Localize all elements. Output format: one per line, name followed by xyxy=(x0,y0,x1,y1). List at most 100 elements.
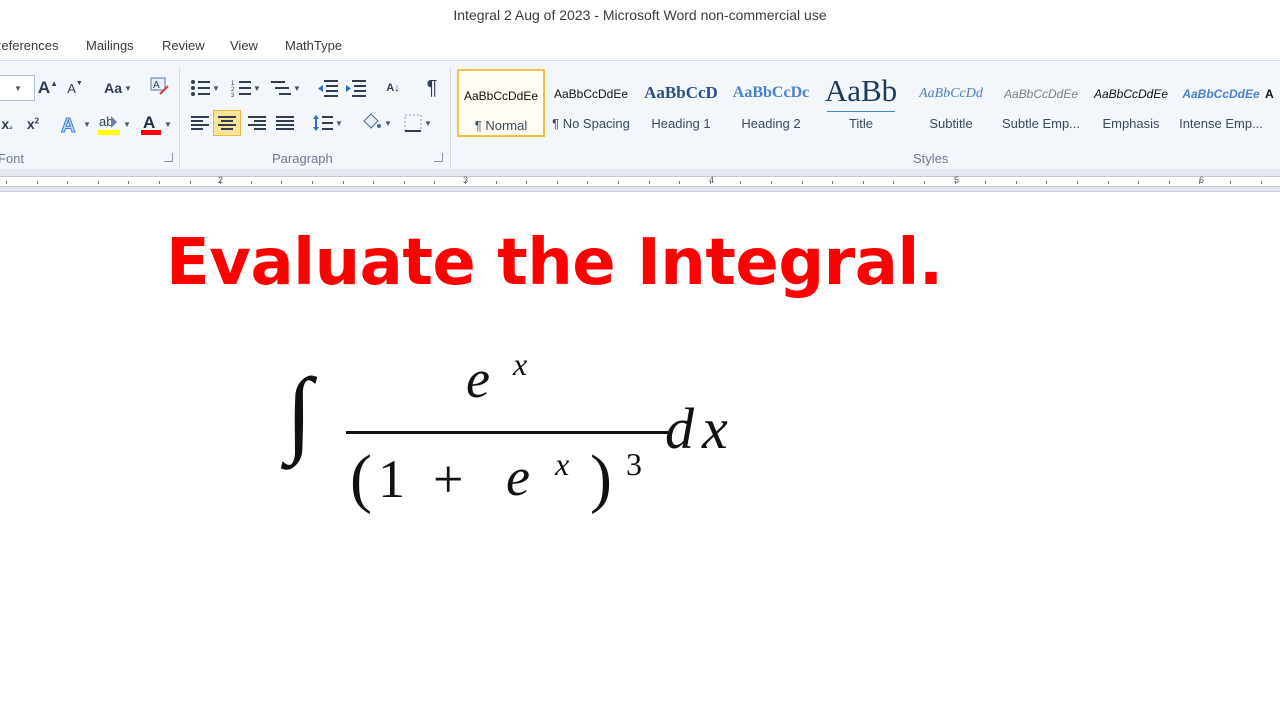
multilevel-list-button[interactable]: ▼ xyxy=(268,75,304,101)
borders-icon xyxy=(404,114,422,132)
style-sample: AaBbCcD xyxy=(644,83,718,102)
style-heading-1[interactable]: AaBbCcD Heading 1 xyxy=(637,69,725,137)
title-underline xyxy=(827,111,895,112)
grow-font-button[interactable]: A ▲ xyxy=(37,75,59,101)
ruler-tick xyxy=(434,181,435,184)
sort-button[interactable]: A↓ xyxy=(380,75,406,101)
increase-indent-button[interactable] xyxy=(344,75,368,101)
style-normal[interactable]: AaBbCcDdEe ¶ Normal xyxy=(457,69,545,137)
ruler-tick xyxy=(1108,181,1109,184)
ruler-tick xyxy=(740,181,741,184)
ruler-tick xyxy=(67,181,68,184)
multilevel-list-icon xyxy=(271,81,292,95)
style-subtitle[interactable]: AaBbCcDd Subtitle xyxy=(907,69,995,137)
shrink-font-button[interactable]: A ▼ xyxy=(64,75,86,101)
ruler-tick xyxy=(771,181,772,184)
highlighter-icon: ab xyxy=(98,114,121,135)
plus-sign: + xyxy=(433,449,464,509)
ruler-tick xyxy=(679,181,680,184)
ruler-tick xyxy=(465,181,466,184)
style-emphasis[interactable]: AaBbCcDdEe Emphasis xyxy=(1087,69,1175,137)
ruler-tick xyxy=(251,181,252,184)
chevron-down-icon: ▼ xyxy=(14,83,22,93)
tab-mailings[interactable]: Mailings xyxy=(86,38,134,53)
text-effects-button[interactable]: A ▼ xyxy=(58,111,92,137)
ruler-tick xyxy=(802,181,803,184)
superscript-icon: x2 xyxy=(26,116,40,132)
bullet-list-icon xyxy=(191,80,211,96)
group-label-font: Font xyxy=(0,151,25,166)
tab-review[interactable]: Review xyxy=(162,38,205,53)
style-no-spacing[interactable]: AaBbCcDdEe ¶ No Spacing xyxy=(547,69,635,137)
style-sample: AaBbCcDd xyxy=(919,86,983,101)
differential: dx xyxy=(665,396,736,461)
ribbon: ▼ A ▲ A ▼ Aa ▼ A x₂ x2 A ▼ ab ▼ A ▼ Font ▼ … xyxy=(0,60,1280,170)
ruler-tick xyxy=(404,181,405,184)
line-spacing-icon xyxy=(313,115,334,131)
horizontal-ruler[interactable]: 2 3 4 5 6 xyxy=(0,169,1280,192)
chevron-down-icon: ▼ xyxy=(253,83,261,93)
numerator-base: e xyxy=(466,349,490,409)
shading-button[interactable]: ▼ xyxy=(358,110,394,136)
left-paren: ( xyxy=(350,442,372,515)
style-subtle-emphasis[interactable]: AaBbCcDdEe Subtle Emp... xyxy=(997,69,1085,137)
fraction-bar xyxy=(346,431,668,434)
ruler-track xyxy=(0,176,1280,187)
line-spacing-button[interactable]: ▼ xyxy=(310,110,346,136)
shrink-font-icon: A xyxy=(67,80,76,96)
denominator-exponent: x xyxy=(555,446,570,482)
style-title[interactable]: AaBb Title xyxy=(817,69,905,137)
increase-indent-icon xyxy=(346,80,366,97)
align-left-button[interactable] xyxy=(187,110,213,136)
chevron-down-icon: ▼ xyxy=(123,83,132,93)
ruler-tick xyxy=(37,181,38,184)
ruler-tick xyxy=(557,181,558,184)
chevron-down-icon: ▼ xyxy=(384,118,392,128)
style-name: ¶ No Spacing xyxy=(552,116,630,131)
ruler-tick xyxy=(1169,181,1170,184)
justify-button[interactable] xyxy=(272,110,298,136)
style-heading-2[interactable]: AaBbCcDc Heading 2 xyxy=(727,69,815,137)
clear-formatting-icon: A xyxy=(150,77,169,95)
ruler-tick xyxy=(312,181,313,184)
font-size-box[interactable]: ▼ xyxy=(0,75,35,101)
style-intense-emphasis[interactable]: AaBbCcDdEe Intense Emp... xyxy=(1177,69,1265,137)
tab-view[interactable]: View xyxy=(230,38,258,53)
bullets-button[interactable]: ▼ xyxy=(188,75,222,101)
text-effects-icon: A xyxy=(61,115,76,136)
style-name: Subtitle xyxy=(929,116,973,131)
justify-icon xyxy=(276,116,294,130)
tab-mathtype[interactable]: MathType xyxy=(285,38,342,53)
show-formatting-marks-button[interactable]: ¶ xyxy=(420,75,444,101)
ruler-tick xyxy=(1261,181,1262,184)
styles-gallery: AaBbCcDdEe ¶ Normal AaBbCcDdEe ¶ No Spac… xyxy=(457,69,1280,141)
borders-button[interactable]: ▼ xyxy=(400,110,436,136)
document-heading: Evaluate the Integral. xyxy=(166,226,943,300)
ruler-tick xyxy=(587,181,588,184)
ruler-tick xyxy=(343,181,344,184)
style-sample: AaBbCcDc xyxy=(732,84,810,101)
align-left-icon xyxy=(191,116,209,130)
font-color-button[interactable]: A ▼ xyxy=(138,111,174,137)
align-right-button[interactable] xyxy=(244,110,270,136)
tab-references[interactable]: References xyxy=(0,38,58,53)
subscript-button[interactable]: x₂ xyxy=(0,111,18,137)
clear-formatting-button[interactable]: A xyxy=(146,73,172,99)
superscript-button[interactable]: x2 xyxy=(22,111,44,137)
font-dialog-launcher[interactable] xyxy=(164,153,173,162)
ruler-tick xyxy=(893,181,894,184)
style-name: Title xyxy=(848,116,874,131)
style-next-partial[interactable]: A xyxy=(1265,69,1280,137)
style-sample: AaBbCcDdEe xyxy=(1093,87,1169,101)
numbering-button[interactable]: 123 ▼ xyxy=(228,75,264,101)
change-case-button[interactable]: Aa ▼ xyxy=(100,75,136,101)
svg-text:A: A xyxy=(153,80,160,91)
ruler-tick xyxy=(1230,181,1231,184)
style-name: Intense Emp... xyxy=(1179,116,1263,131)
ruler-tick xyxy=(618,181,619,184)
highlight-button[interactable]: ab ▼ xyxy=(96,111,132,137)
align-center-icon xyxy=(218,116,236,130)
align-center-button[interactable] xyxy=(213,110,241,136)
decrease-indent-button[interactable] xyxy=(316,75,340,101)
paragraph-dialog-launcher[interactable] xyxy=(434,153,443,162)
